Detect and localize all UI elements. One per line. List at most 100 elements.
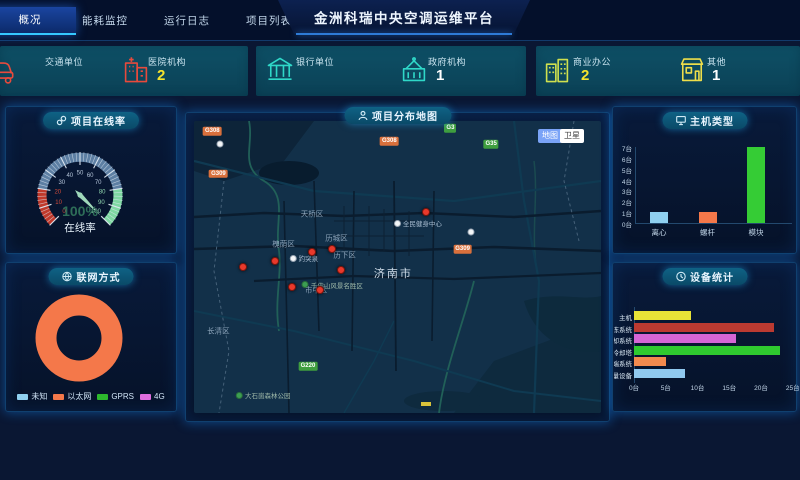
tab-1[interactable]: 概况 (0, 7, 76, 35)
row-label: 冷却系统 (614, 335, 632, 345)
poi-label: 大石崮森林公园 (245, 390, 291, 400)
x-cat-label: 模块 (741, 227, 771, 238)
map-feature (421, 402, 431, 406)
panel-project-map-header: 项目分布地图 (344, 107, 451, 124)
bank-icon (266, 55, 294, 85)
project-marker[interactable] (239, 263, 247, 271)
x-tick: 10台 (686, 382, 710, 392)
stat-value: 2 (581, 67, 589, 84)
project-marker[interactable] (328, 245, 336, 253)
road-badge: G3 (444, 124, 456, 133)
tab-3[interactable]: 运行日志 (158, 11, 216, 31)
project-marker[interactable] (308, 248, 316, 256)
shop-icon (678, 55, 706, 85)
legend-swatch (97, 394, 108, 400)
poi-label: 全民健身中心 (403, 218, 442, 228)
poi-icon (217, 141, 224, 148)
panel-project-map: 项目分布地图 (185, 112, 610, 422)
road-badge: G309 (209, 169, 228, 178)
legend-label: 未知 (31, 391, 47, 402)
tab-2[interactable]: 能耗监控 (76, 11, 134, 31)
district-label: 天桥区 (301, 209, 324, 220)
road-badge: G35 (483, 140, 498, 149)
legend-item-GPRS[interactable]: GPRS (97, 392, 134, 401)
svg-text:80: 80 (99, 190, 106, 196)
legend-swatch (53, 394, 64, 400)
project-marker[interactable] (422, 208, 430, 216)
district-label: 长清区 (207, 326, 230, 337)
map-layer-map-button[interactable]: 地图 (538, 129, 562, 143)
legend-item-4G[interactable]: 4G (140, 392, 165, 401)
bar-计量设备 (634, 369, 685, 378)
x-cat-label: 离心 (644, 227, 674, 238)
panel-host-type-header: 主机类型 (662, 112, 747, 129)
bar-冷却系统 (634, 334, 736, 343)
page-title: 金洲科瑞中央空调运维平台 (314, 7, 494, 27)
stat-label: 商业办公 (573, 55, 611, 68)
x-tick: 5台 (654, 382, 678, 392)
svg-text:70: 70 (95, 180, 102, 186)
bar-模块 (747, 147, 765, 223)
svg-text:30: 30 (58, 180, 65, 186)
stat-card-2: 银行单位 政府机构1 (256, 46, 526, 96)
panel-host-type: 主机类型 0台1台2台3台4台5台6台7台离心螺杆模块 (612, 106, 797, 254)
y-tick: 4台 (613, 176, 632, 186)
legend-label: 4G (154, 392, 165, 401)
row-label: 冷冻系统 (614, 324, 632, 334)
stat-value: 1 (712, 67, 720, 84)
road-badge: G308 (380, 137, 399, 146)
legend-item-未知[interactable]: 未知 (17, 391, 47, 402)
legend-label: 以太网 (67, 391, 91, 402)
poi-scenic: 千佛山风景名胜区 (302, 280, 363, 290)
hospital-icon (122, 55, 150, 85)
bar-螺杆 (699, 212, 717, 223)
stat-value: 1 (436, 67, 444, 84)
bar-冷却塔 (634, 346, 780, 355)
x-tick: 20台 (749, 382, 773, 392)
project-marker[interactable] (337, 266, 345, 274)
svg-text:20: 20 (54, 190, 61, 196)
government-icon (400, 55, 428, 85)
x-axis (635, 223, 792, 224)
legend-item-以太网[interactable]: 以太网 (53, 391, 91, 402)
panel-network-type-title: 联网方式 (77, 269, 121, 284)
globe-icon (62, 271, 73, 282)
y-tick: 3台 (613, 186, 632, 196)
road-badge: G309 (453, 245, 472, 254)
clock-icon (675, 271, 686, 282)
district-label: 槐荫区 (272, 238, 295, 249)
svg-text:40: 40 (66, 173, 73, 179)
park-icon (236, 392, 243, 399)
panel-project-map-title: 项目分布地图 (372, 108, 438, 123)
stat-label: 银行单位 (296, 55, 334, 68)
x-tick: 25台 (781, 382, 800, 392)
panel-device-stats: 设备统计 主机冷冻系统冷却系统冷却塔末端系统计量设备0台5台10台15台20台2… (612, 262, 797, 412)
poi-landmark: 全民健身中心 (394, 218, 442, 228)
project-marker[interactable] (271, 257, 279, 265)
svg-text:100%: 100% (62, 203, 98, 219)
stat-card-3: 商业办公2其他1 (536, 46, 800, 96)
row-label: 主机 (614, 312, 632, 322)
row-label: 冷却塔 (614, 347, 632, 357)
person-pin-icon (357, 110, 368, 121)
panel-online-rate-title: 项目在线率 (71, 113, 126, 128)
row-label: 计量设备 (614, 370, 632, 380)
y-tick: 1台 (613, 208, 632, 218)
project-marker[interactable] (288, 283, 296, 291)
city-label: 济南市 (374, 265, 413, 281)
stat-label: 交通单位 (45, 55, 83, 68)
network-legend: 未知 以太网 GPRS 4G (6, 391, 176, 402)
y-tick: 2台 (613, 197, 632, 207)
project-marker[interactable] (316, 286, 324, 294)
stat-label: 政府机构 (428, 55, 466, 68)
district-label: 历下区 (333, 250, 356, 261)
online-rate-gauge: 0102030405060708090100100%在线率 (6, 131, 176, 253)
panel-device-stats-title: 设备统计 (690, 269, 734, 284)
legend-label: GPRS (111, 392, 134, 401)
car-icon (0, 55, 14, 85)
poi-landmark (467, 228, 474, 235)
map-layer-satellite-button[interactable]: 卫星 (560, 129, 584, 143)
park-icon (302, 281, 309, 288)
x-tick: 15台 (717, 382, 741, 392)
road-badge: G220 (299, 362, 318, 371)
